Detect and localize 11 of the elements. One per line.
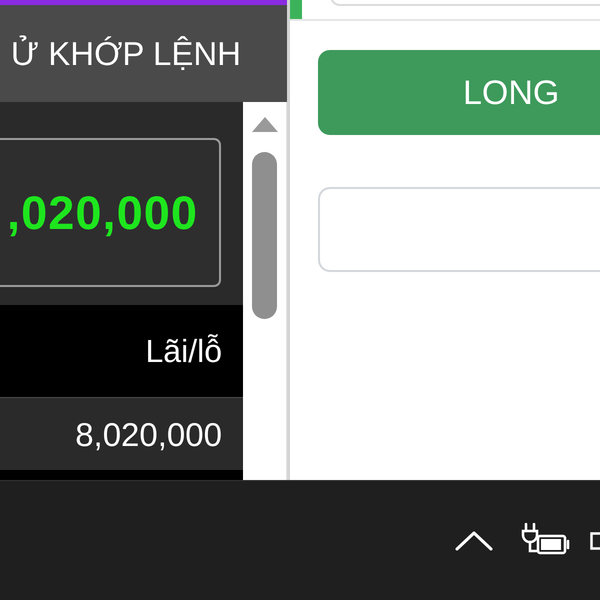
- panel-title: Ử KHỚP LỆNH: [10, 37, 241, 70]
- input-field[interactable]: [318, 187, 600, 272]
- display-icon[interactable]: [590, 532, 600, 550]
- scrollbar-thumb[interactable]: [252, 152, 277, 319]
- chevron-up-icon[interactable]: [455, 530, 493, 550]
- scroll-up-arrow-icon[interactable]: [252, 117, 278, 132]
- profit-value: ,020,000: [7, 189, 198, 236]
- long-button[interactable]: LONG: [318, 50, 600, 135]
- indicator-bar: [290, 0, 302, 19]
- table-cell: 8,020,000: [75, 418, 222, 450]
- column-header: Lãi/lỗ: [146, 335, 222, 367]
